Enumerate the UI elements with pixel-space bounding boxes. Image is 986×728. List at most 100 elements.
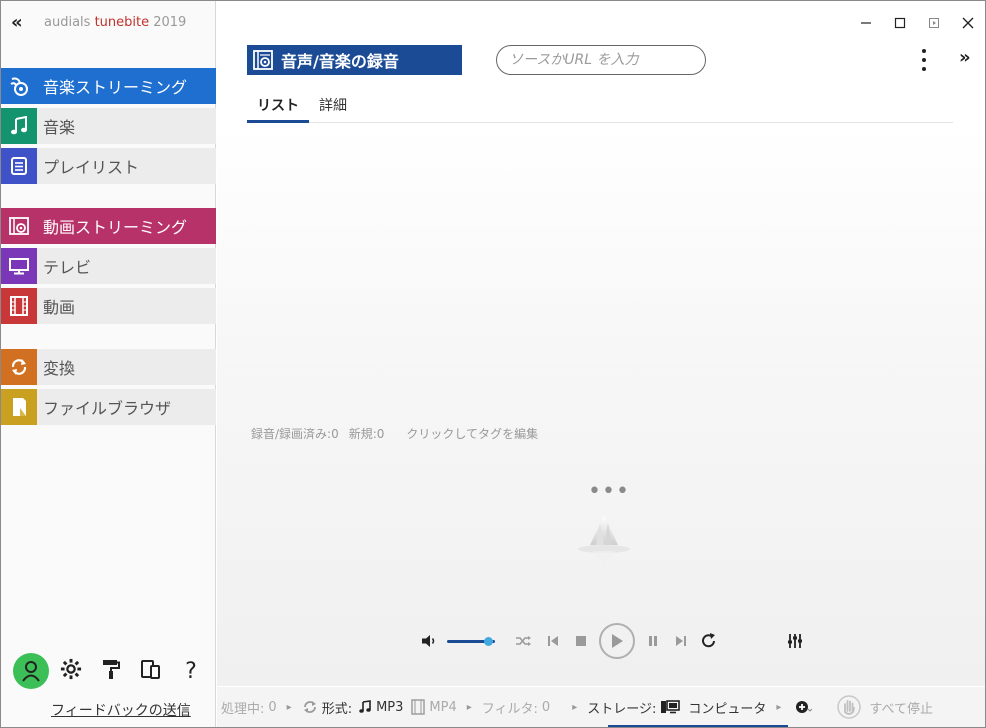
sidebar-item-label: 変換: [43, 359, 76, 378]
volume-knob[interactable]: [483, 636, 493, 646]
status-bar: 処理中: 0 ▸ 形式: MP3 MP4 ▸ フィルタ: 0 ▸ ストレージ: コン…: [217, 687, 985, 727]
sidebar-item-label: プレイリスト: [43, 158, 140, 177]
processing-status: 処理中: 0: [221, 698, 277, 717]
sidebar-item-video[interactable]: 動画: [1, 288, 216, 324]
separator-chevron-icon: ▸: [466, 701, 472, 713]
recorded-count: 0: [331, 427, 339, 441]
minimize-icon: [861, 22, 871, 24]
skin-button[interactable]: [91, 653, 131, 689]
next-button[interactable]: [667, 623, 695, 659]
repeat-icon: [702, 633, 715, 648]
format-label: 形式:: [321, 701, 353, 717]
sidebar-item-label: 音楽: [43, 118, 76, 137]
convert-icon: [1, 349, 37, 385]
filter-status[interactable]: フィルタ: 0: [482, 698, 550, 717]
volume-button[interactable]: [415, 623, 443, 659]
stop-button[interactable]: [567, 623, 595, 659]
filter-count: 0: [541, 699, 551, 715]
previous-button[interactable]: [539, 623, 567, 659]
main-panel: 音声/音楽の録音 » リスト 詳細 録音/録画済み:0 新規:0 クリックしてタ…: [217, 1, 985, 727]
devices-icon: [140, 658, 162, 684]
processing-count: 0: [268, 699, 277, 715]
file-browser-icon: [1, 389, 37, 425]
sidebar-item-convert[interactable]: 変換: [1, 349, 216, 385]
devices-button[interactable]: [131, 653, 171, 689]
speaker-icon: [422, 635, 435, 647]
recorded-label: 録音/録画済み:: [251, 427, 332, 441]
sidebar-item-label: 動画ストリーミング: [43, 218, 188, 237]
separator-chevron-icon: ▸: [572, 701, 578, 713]
shuffle-button[interactable]: [507, 623, 539, 659]
sidebar-bottom-toolbar: ?: [11, 653, 211, 689]
storage-underline: [608, 725, 788, 727]
tab-details[interactable]: 詳細: [309, 89, 357, 123]
equalizer-button[interactable]: [781, 623, 809, 659]
recording-summary: 録音/録画済み:0 新規:0 クリックしてタグを編集: [251, 425, 538, 442]
play-button[interactable]: [595, 621, 639, 661]
film-icon: [1, 288, 37, 324]
format-mp4: MP4: [429, 699, 457, 715]
next-icon: [676, 636, 686, 646]
computer-icon: [661, 700, 681, 714]
collapse-sidebar-button[interactable]: «: [11, 13, 23, 33]
sidebar-item-video-streaming[interactable]: 動画ストリーミング: [1, 208, 216, 244]
music-note-icon: [359, 700, 371, 713]
sidebar-item-tv[interactable]: テレビ: [1, 248, 216, 284]
view-tabs: リスト 詳細: [247, 89, 953, 123]
repeat-button[interactable]: [695, 623, 723, 659]
add-target-button[interactable]: [795, 700, 813, 714]
pause-button[interactable]: [639, 623, 667, 659]
add-circle-icon: [796, 701, 813, 713]
tab-list[interactable]: リスト: [247, 89, 309, 123]
page-title-text: 音声/音楽の録音: [281, 52, 399, 71]
source-url-input[interactable]: [496, 45, 706, 75]
sidebar-item-playlist[interactable]: プレイリスト: [1, 148, 216, 184]
settings-button[interactable]: [51, 653, 91, 689]
convert-icon: [303, 701, 316, 713]
stop-all-label: すべて停止: [869, 701, 933, 717]
app-window: « audials tunebite 2019 音楽ストリーミング 音楽 プレイ…: [0, 0, 986, 728]
sidebar: « audials tunebite 2019 音楽ストリーミング 音楽 プレイ…: [1, 1, 216, 727]
storage-selector[interactable]: ストレージ: コンピュータ: [587, 698, 766, 717]
separator-chevron-icon: ▸: [776, 701, 782, 713]
minimize-button[interactable]: [849, 9, 883, 37]
window-controls: [849, 9, 985, 37]
mini-player-icon: [929, 18, 939, 28]
maximize-button[interactable]: [883, 9, 917, 37]
stop-all-button[interactable]: すべて停止: [837, 695, 933, 719]
recorder-icon: [249, 45, 277, 75]
brand-name: tunebite: [94, 15, 150, 30]
separator-chevron-icon: ▸: [286, 701, 292, 713]
sidebar-item-label: テレビ: [43, 258, 92, 277]
gear-icon: [60, 658, 82, 684]
video-streaming-icon: [1, 208, 37, 244]
user-account-button[interactable]: [11, 653, 51, 689]
help-button[interactable]: ?: [171, 653, 211, 689]
loading-indicator: •••: [588, 479, 630, 504]
expand-panel-button[interactable]: »: [959, 47, 971, 68]
previous-icon: [548, 636, 558, 646]
format-selector[interactable]: 形式: MP3 MP4: [302, 698, 457, 717]
mini-player-button[interactable]: [917, 9, 951, 37]
sidebar-item-label: 動画: [43, 298, 76, 317]
audials-watermark-icon: [578, 515, 630, 563]
brand-year: 2019: [149, 15, 187, 30]
close-button[interactable]: [951, 9, 985, 37]
feedback-link[interactable]: フィードバックの送信: [51, 700, 191, 720]
volume-slider[interactable]: [447, 636, 495, 646]
format-mp3: MP3: [376, 699, 404, 715]
more-options-button[interactable]: [917, 47, 931, 73]
sidebar-item-file-browser[interactable]: ファイルブラウザ: [1, 389, 216, 425]
filter-label: フィルタ:: [481, 701, 538, 717]
sidebar-item-label: ファイルブラウザ: [43, 399, 172, 418]
new-label: 新規:: [348, 427, 377, 441]
sidebar-item-music-streaming[interactable]: 音楽ストリーミング: [1, 68, 216, 104]
brand-logo: audials tunebite 2019: [44, 15, 186, 30]
storage-label: ストレージ:: [587, 701, 657, 717]
edit-tags-link[interactable]: クリックしてタグを編集: [406, 425, 538, 442]
sidebar-item-music[interactable]: 音楽: [1, 108, 216, 144]
playlist-icon: [1, 148, 37, 184]
storage-value: コンピュータ: [688, 701, 767, 717]
stop-icon: [576, 636, 586, 646]
hand-stop-icon: [837, 695, 862, 719]
